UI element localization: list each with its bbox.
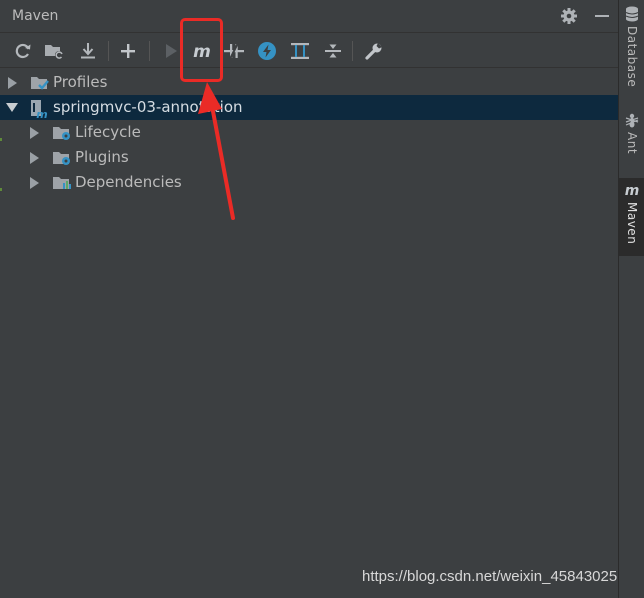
tree-node-label: Plugins — [75, 148, 129, 166]
tree-node-project[interactable]: m springmvc-03-annotation — [0, 95, 618, 121]
tool-window-header: Maven — [0, 0, 618, 33]
annotation-highlight-box — [180, 18, 223, 82]
lifecycle-folder-icon — [52, 124, 70, 142]
database-icon — [625, 6, 639, 22]
tree-node-lifecycle[interactable]: Lifecycle — [0, 120, 618, 145]
toolbar-separator — [108, 41, 109, 61]
dependencies-folder-icon — [52, 174, 71, 192]
maven-tool-window: Maven m Profiles m springmvc-03-annotati… — [0, 0, 618, 598]
right-tool-window-strip: Database Ant m Maven — [618, 0, 644, 598]
plus-icon[interactable] — [117, 40, 139, 62]
tree-node-label: Profiles — [53, 73, 108, 91]
expand-arrow-icon[interactable] — [8, 77, 17, 89]
tool-window-title: Maven — [12, 8, 59, 24]
maven-toolbar: m — [0, 33, 618, 68]
tool-tab-label: Database — [625, 26, 639, 88]
minimize-icon[interactable] — [593, 7, 611, 25]
tree-node-label: Lifecycle — [75, 123, 141, 141]
folder-refresh-icon[interactable] — [43, 40, 65, 62]
toolbar-separator — [352, 41, 353, 61]
download-icon[interactable] — [77, 40, 99, 62]
annotation-arrow — [198, 82, 235, 220]
tree-node-label: Dependencies — [75, 173, 182, 191]
tree-node-plugins[interactable]: Plugins — [0, 145, 618, 170]
profiles-folder-icon — [30, 74, 49, 92]
toolbar-separator — [149, 41, 150, 61]
tool-tab-label: Maven — [625, 202, 639, 245]
editor-gutter-marker — [0, 188, 2, 191]
ant-icon — [625, 113, 639, 128]
maven-project-icon: m — [30, 99, 48, 121]
maven-tool-tab[interactable]: m Maven — [619, 178, 644, 256]
expand-arrow-icon[interactable] — [30, 152, 39, 164]
tool-tab-label: Ant — [625, 132, 639, 155]
collapse-arrow-icon[interactable] — [6, 103, 18, 112]
gear-icon[interactable] — [560, 7, 578, 25]
refresh-icon[interactable] — [12, 40, 34, 62]
offline-icon[interactable] — [223, 40, 245, 62]
dependencies-diagram-icon[interactable] — [289, 40, 311, 62]
expand-arrow-icon[interactable] — [30, 127, 39, 139]
watermark-text: https://blog.csdn.net/weixin_45843025 — [362, 568, 618, 585]
lightning-icon[interactable] — [256, 40, 278, 62]
ant-tool-tab[interactable]: Ant — [619, 112, 644, 168]
play-icon[interactable] — [160, 40, 182, 62]
collapse-all-icon[interactable] — [322, 40, 344, 62]
editor-gutter-marker — [0, 138, 2, 141]
expand-arrow-icon[interactable] — [30, 177, 39, 189]
database-tool-tab[interactable]: Database — [619, 6, 644, 96]
svg-text:m: m — [36, 108, 47, 119]
wrench-icon[interactable] — [363, 40, 385, 62]
svg-text:m: m — [625, 183, 640, 198]
plugins-folder-icon — [52, 149, 70, 167]
tree-node-dependencies[interactable]: Dependencies — [0, 170, 618, 195]
tree-node-profiles[interactable]: Profiles — [0, 70, 618, 95]
maven-m-icon: m — [625, 183, 640, 198]
